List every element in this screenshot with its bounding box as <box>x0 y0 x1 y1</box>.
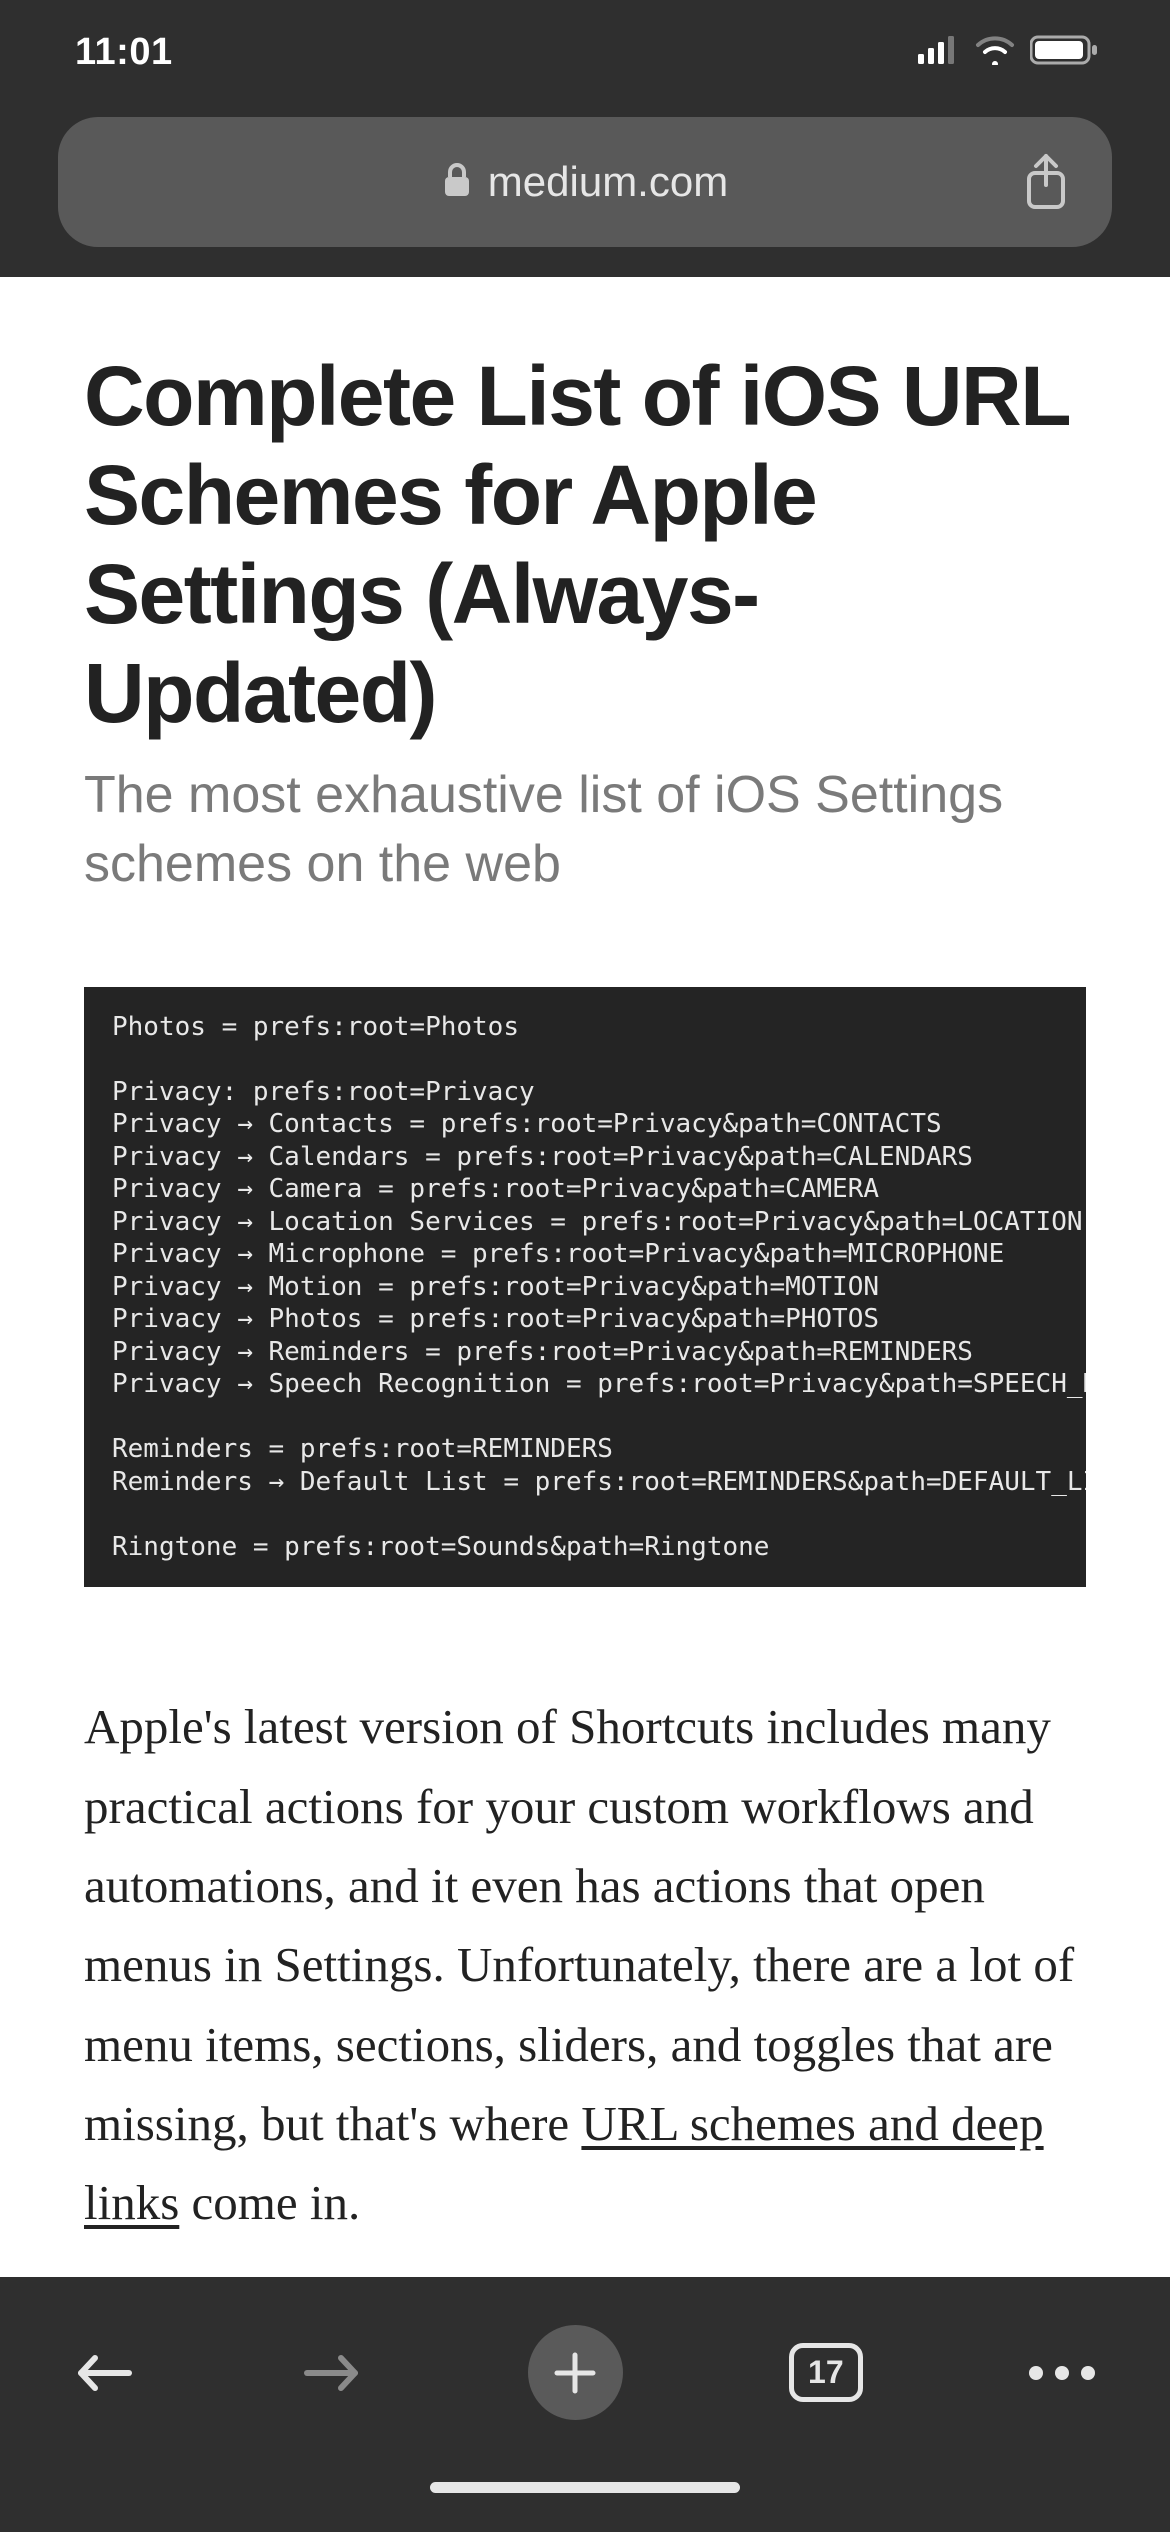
battery-icon <box>1030 35 1100 70</box>
code-block: Photos = prefs:root=Photos Privacy: pref… <box>84 987 1086 1588</box>
cellular-icon <box>918 36 960 69</box>
status-bar: 11:01 <box>0 0 1170 105</box>
article-title: Complete List of iOS URL Schemes for App… <box>84 347 1086 743</box>
home-indicator[interactable] <box>430 2482 740 2493</box>
home-indicator-area <box>0 2462 1170 2532</box>
article-subtitle: The most exhaustive list of iOS Settings… <box>84 761 1086 898</box>
wifi-icon <box>974 35 1016 70</box>
article-paragraph: Apple's latest version of Shortcuts incl… <box>84 1687 1086 2243</box>
new-tab-button[interactable] <box>528 2325 623 2420</box>
browser-chrome-top: medium.com <box>0 105 1170 277</box>
share-button[interactable] <box>1022 153 1070 211</box>
forward-button[interactable] <box>301 2348 361 2398</box>
page-content[interactable]: Complete List of iOS URL Schemes for App… <box>0 277 1170 2277</box>
lock-icon <box>442 162 472 203</box>
status-time: 11:01 <box>75 31 173 74</box>
body-text-after: come in. <box>179 2175 360 2230</box>
status-indicators <box>918 35 1100 70</box>
browser-toolbar: 17 <box>0 2277 1170 2462</box>
back-button[interactable] <box>75 2348 135 2398</box>
tabs-button[interactable]: 17 <box>789 2343 863 2402</box>
body-text-before: Apple's latest version of Shortcuts incl… <box>84 1699 1074 2151</box>
menu-button[interactable] <box>1029 2366 1095 2380</box>
address-bar[interactable]: medium.com <box>58 117 1112 247</box>
url-domain: medium.com <box>488 158 728 206</box>
tab-count-badge: 17 <box>789 2343 863 2402</box>
ellipsis-icon <box>1029 2366 1095 2380</box>
